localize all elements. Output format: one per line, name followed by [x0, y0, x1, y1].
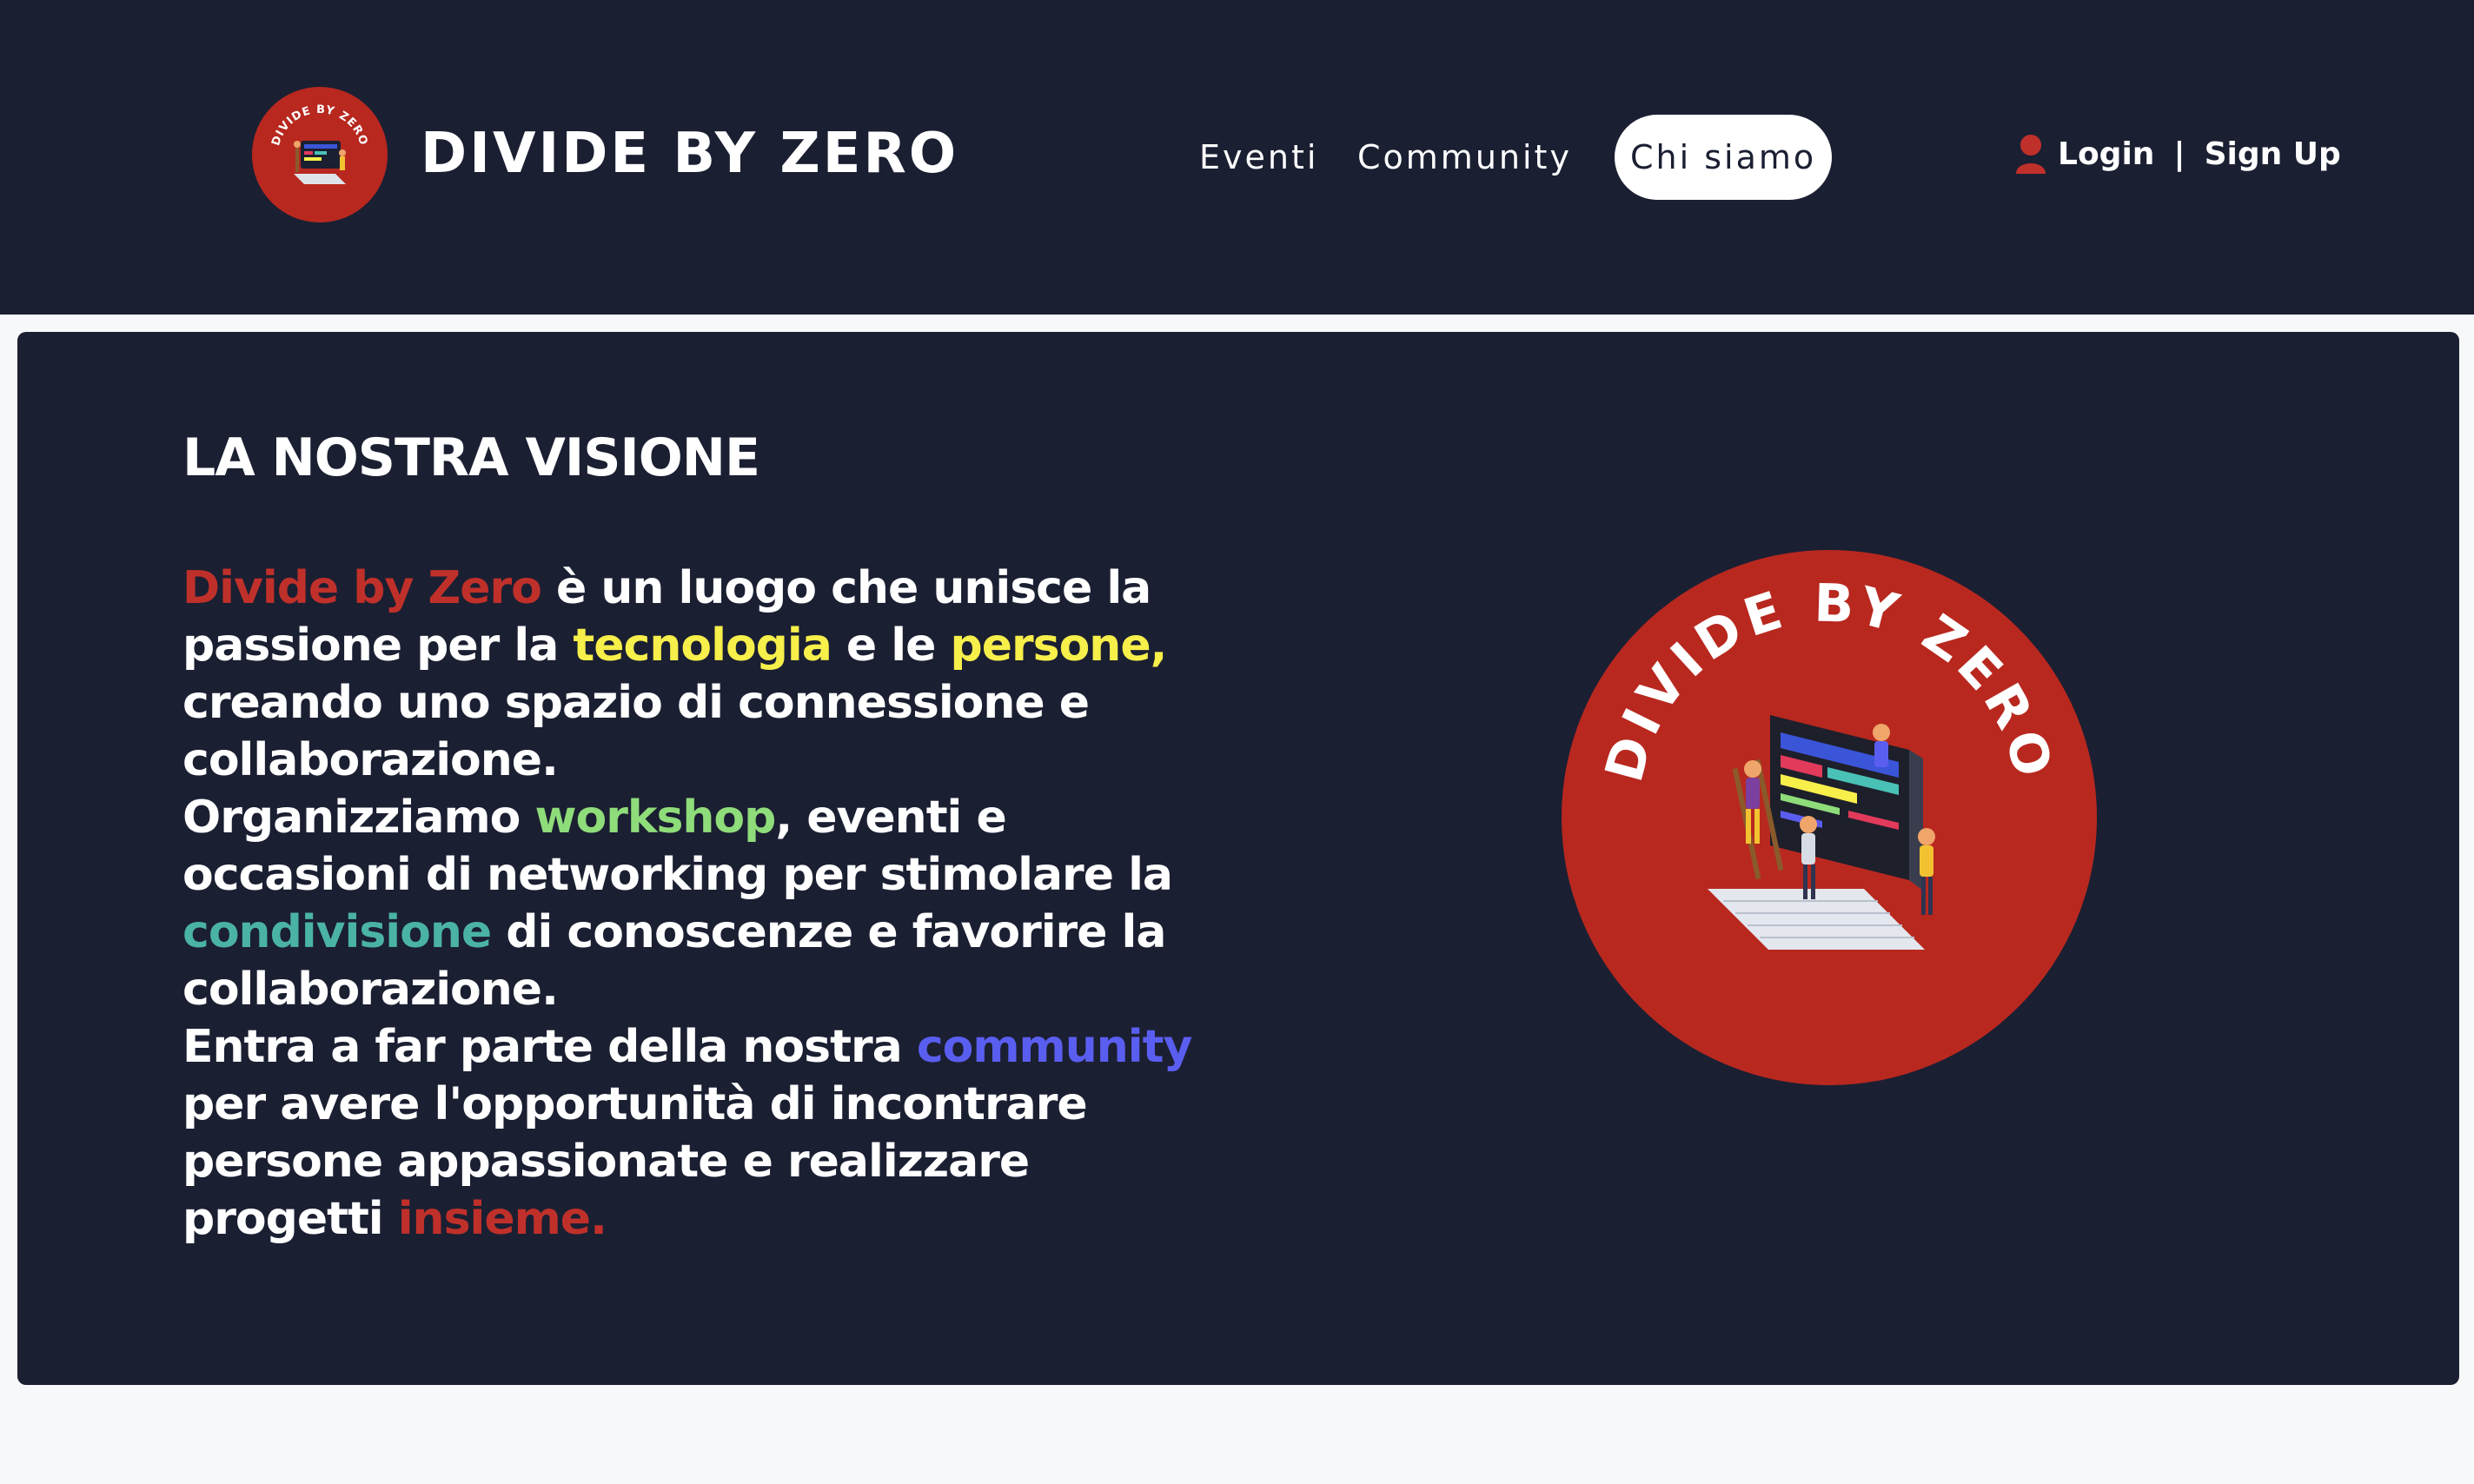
- vision-text-line: creando uno spazio di connessione e: [182, 674, 1225, 732]
- nav-item-chi-siamo-wrap: Chi siamo: [1615, 115, 1833, 200]
- logo-graphic: DIVIDE BY ZERO: [252, 87, 388, 222]
- highlight-yellow: persone,: [950, 619, 1167, 672]
- vision-logo: DIVIDE BY ZERO: [1562, 550, 2097, 1085]
- vision-text-segment: occasioni di networking per stimolare la: [182, 849, 1173, 901]
- highlight-red: Divide by Zero: [182, 562, 542, 614]
- vision-text-segment: progetti: [182, 1193, 398, 1245]
- vision-text-line: collaborazione.: [182, 961, 1225, 1018]
- vision-text: Divide by Zero è un luogo che unisce la p…: [182, 560, 1225, 1248]
- vision-title: LA NOSTRA VISIONE: [182, 427, 760, 488]
- highlight-green: workshop: [534, 792, 776, 844]
- nav-item-eventi-wrap: Eventi: [1184, 115, 1334, 200]
- auth-separator: |: [2173, 136, 2185, 172]
- highlight-blue: community: [916, 1021, 1193, 1073]
- vision-text-segment: di conoscenze e favorire la: [491, 906, 1166, 958]
- vision-text-segment: per avere l'opportunità di incontrare: [182, 1078, 1088, 1130]
- vision-text-line: persone appassionate e realizzare: [182, 1133, 1225, 1190]
- vision-text-segment: , eventi e: [775, 792, 1006, 844]
- highlight-red: insieme.: [397, 1193, 607, 1245]
- header-logo[interactable]: DIVIDE BY ZERO: [252, 87, 388, 222]
- nav-item-community[interactable]: Community: [1342, 115, 1588, 200]
- user-icon: [2014, 134, 2047, 174]
- vision-text-segment: e le: [831, 619, 951, 672]
- nav-item-eventi[interactable]: Eventi: [1184, 115, 1334, 200]
- vision-text-line: collaborazione.: [182, 732, 1225, 789]
- nav-item-chi-siamo[interactable]: Chi siamo: [1615, 115, 1833, 200]
- vision-text-line: occasioni di networking per stimolare la: [182, 846, 1225, 904]
- vision-text-segment: Entra a far parte della nostra: [182, 1021, 917, 1073]
- signup-link[interactable]: Sign Up: [2205, 136, 2341, 172]
- vision-text-segment: collaborazione.: [182, 964, 559, 1016]
- vision-text-segment: persone appassionate e realizzare: [182, 1136, 1030, 1188]
- vision-text-line: progetti insieme.: [182, 1190, 1225, 1248]
- vision-text-segment: Organizziamo: [182, 792, 535, 844]
- vision-panel: LA NOSTRA VISIONE Divide by Zero è un lu…: [17, 332, 2459, 1385]
- vision-text-line: Divide by Zero è un luogo che unisce la: [182, 560, 1225, 617]
- vision-text-segment: passione per la: [182, 619, 574, 672]
- vision-text-segment: è un luogo che unisce la: [541, 562, 1151, 614]
- highlight-yellow: tecnologia: [573, 619, 832, 672]
- vision-logo-graphic: DIVIDE BY ZERO: [1562, 550, 2097, 1085]
- login-link[interactable]: Login: [2058, 136, 2154, 172]
- vision-text-line: condivisione di conoscenze e favorire la: [182, 904, 1225, 961]
- vision-text-segment: collaborazione.: [182, 734, 559, 786]
- vision-text-line: passione per la tecnologia e le persone,: [182, 617, 1225, 674]
- vision-text-segment: creando uno spazio di connessione e: [182, 677, 1090, 729]
- nav-item-community-wrap: Community: [1342, 115, 1588, 200]
- vision-text-line: Entra a far parte della nostra community: [182, 1018, 1225, 1076]
- auth-links: Login | Sign Up: [2014, 129, 2341, 179]
- vision-text-line: Organizziamo workshop, eventi e: [182, 789, 1225, 846]
- highlight-teal: condivisione: [182, 906, 492, 958]
- brand-title[interactable]: DIVIDE BY ZERO: [421, 122, 958, 186]
- site-header: DIVIDE BY ZERO DIVIDE BY ZERO Eventi Com…: [0, 0, 2474, 315]
- vision-text-line: per avere l'opportunità di incontrare: [182, 1076, 1225, 1133]
